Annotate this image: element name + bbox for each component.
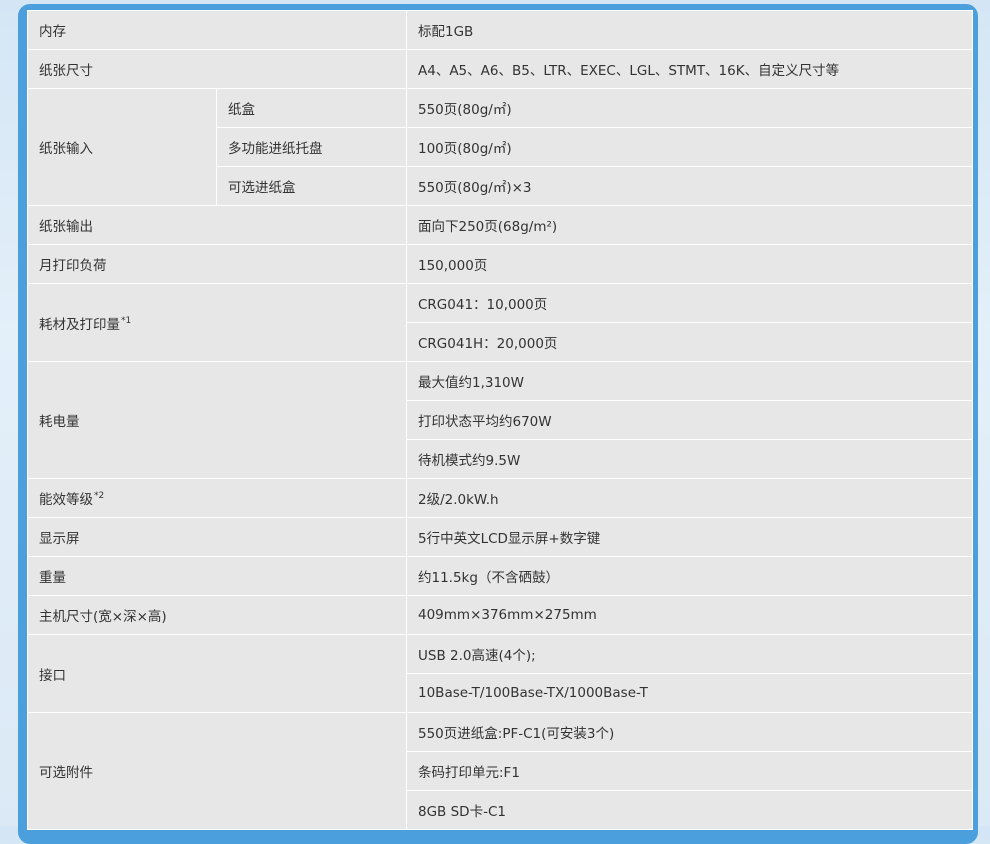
spec-label-dimensions: 主机尺寸(宽×深×高) (27, 595, 407, 635)
table-row: 能效等级*2 2级/2.0kW.h (27, 478, 973, 518)
spec-value-optional-cassette: 550页(80g/㎡)×3 (406, 166, 973, 206)
table-row: 内存 标配1GB (27, 10, 973, 50)
spec-label-energy-grade: 能效等级*2 (27, 478, 407, 518)
spec-value-cassette: 550页(80g/㎡) (406, 88, 973, 128)
spec-label-paper-output: 纸张输出 (27, 205, 407, 245)
spec-label-consumables: 耗材及打印量*1 (27, 283, 407, 362)
table-row: 可选附件 550页进纸盒:PF-C1(可安装3个) (27, 712, 973, 830)
spec-label-weight: 重量 (27, 556, 407, 596)
table-row: 纸张尺寸 A4、A5、A6、B5、LTR、EXEC、LGL、STMT、16K、自… (27, 49, 973, 89)
spec-value-accessory-barcode: 条码打印单元:F1 (406, 751, 973, 791)
spec-value-cartridge-high: CRG041H：20,000页 (406, 322, 973, 362)
table-row: 耗电量 最大值约1,310W (27, 361, 973, 479)
table-row: 耗材及打印量*1 CRG041：10,000页 (27, 283, 973, 362)
spec-value-power-max: 最大值约1,310W (406, 361, 973, 401)
table-row: 接口 USB 2.0高速(4个); (27, 634, 973, 713)
spec-sublabel-cassette: 纸盒 (216, 88, 407, 128)
spec-value-memory: 标配1GB (406, 10, 973, 50)
table-row: 纸张输出 面向下250页(68g/m²) (27, 205, 973, 245)
spec-label-energy-grade-text: 能效等级 (39, 492, 93, 508)
spec-value-dimensions: 409mm×376mm×275mm (406, 595, 973, 635)
table-row: 显示屏 5行中英文LCD显示屏+数字键 (27, 517, 973, 557)
table-row: 纸张输入 纸盒 550页(80g/㎡) (27, 88, 973, 206)
spec-value-display: 5行中英文LCD显示屏+数字键 (406, 517, 973, 557)
spec-sublabel-optional-cassette: 可选进纸盒 (216, 166, 407, 206)
spec-value-accessory-paper-feeder: 550页进纸盒:PF-C1(可安装3个) (406, 712, 973, 752)
spec-label-consumables-text: 耗材及打印量 (39, 316, 120, 333)
spec-label-power: 耗电量 (27, 361, 407, 479)
spec-value-interface-usb: USB 2.0高速(4个); (406, 634, 973, 674)
spec-value-energy-grade: 2级/2.0kW.h (406, 478, 973, 518)
spec-value-power-printing: 打印状态平均约670W (406, 400, 973, 440)
spec-label-interface: 接口 (27, 634, 407, 713)
table-row: 月打印负荷 150,000页 (27, 244, 973, 284)
table-row: 重量 约11.5kg（不含硒鼓） (27, 556, 973, 596)
footnote-marker: *1 (121, 315, 132, 326)
spec-value-multipurpose-tray: 100页(80g/㎡) (406, 127, 973, 167)
spec-label-duty-cycle: 月打印负荷 (27, 244, 407, 284)
table-row: 主机尺寸(宽×深×高) 409mm×376mm×275mm (27, 595, 973, 635)
spec-label-memory: 内存 (27, 10, 407, 50)
spec-label-paper-input: 纸张输入 (27, 88, 217, 206)
footnote-marker: *2 (94, 491, 105, 501)
spec-value-cartridge-standard: CRG041：10,000页 (406, 283, 973, 323)
spec-value-paper-output: 面向下250页(68g/m²) (406, 205, 973, 245)
spec-value-accessory-sd-card: 8GB SD卡-C1 (406, 790, 973, 830)
spec-value-weight: 约11.5kg（不含硒鼓） (406, 556, 973, 596)
spec-label-display: 显示屏 (27, 517, 407, 557)
spec-value-duty-cycle: 150,000页 (406, 244, 973, 284)
spec-value-paper-size: A4、A5、A6、B5、LTR、EXEC、LGL、STMT、16K、自定义尺寸等 (406, 49, 973, 89)
spec-value-power-standby: 待机模式约9.5W (406, 439, 973, 479)
spec-value-interface-ethernet: 10Base-T/100Base-TX/1000Base-T (406, 673, 973, 713)
spec-label-paper-size: 纸张尺寸 (27, 49, 407, 89)
spec-table: 内存 标配1GB 纸张尺寸 A4、A5、A6、B5、LTR、EXEC、LGL、S… (27, 10, 973, 830)
spec-sublabel-multipurpose-tray: 多功能进纸托盘 (216, 127, 407, 167)
spec-label-accessories: 可选附件 (27, 712, 407, 830)
